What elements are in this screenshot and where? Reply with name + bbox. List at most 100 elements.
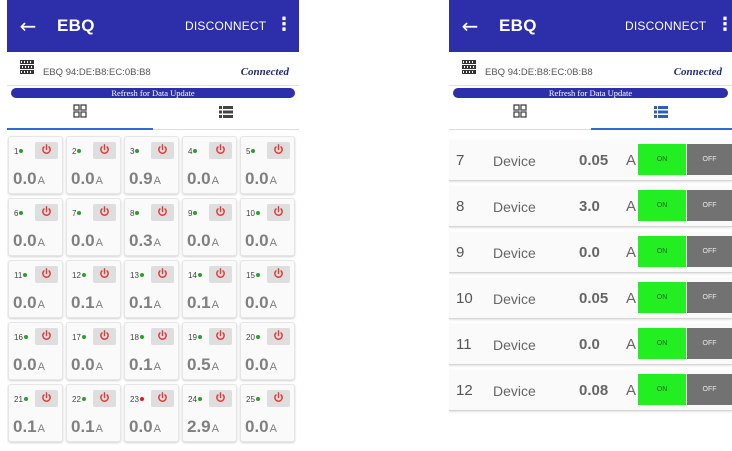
current-reading: 0.0A [245, 231, 277, 251]
tab-list[interactable] [153, 98, 299, 129]
off-button[interactable]: OFF [687, 282, 732, 313]
current-reading: 0.1A [71, 417, 103, 437]
power-toggle-button[interactable] [209, 390, 232, 407]
power-toggle-button[interactable] [93, 142, 116, 159]
channel-cell[interactable]: 18 0.1A [124, 322, 179, 380]
current-unit: A [269, 237, 277, 249]
on-button[interactable]: ON [638, 374, 686, 405]
off-button[interactable]: OFF [687, 374, 732, 405]
power-toggle-button[interactable] [151, 142, 174, 159]
channel-cell[interactable]: 19 0.5A [182, 322, 237, 380]
disconnect-button[interactable]: DISCONNECT [185, 19, 266, 33]
power-icon [99, 328, 110, 346]
power-toggle-button[interactable] [151, 266, 174, 283]
off-button[interactable]: OFF [687, 144, 732, 175]
channel-cell[interactable]: 17 0.0A [66, 322, 121, 380]
on-button[interactable]: ON [638, 282, 686, 313]
channel-cell[interactable]: 15 0.0A [240, 260, 295, 318]
power-toggle-button[interactable] [35, 204, 58, 221]
on-button[interactable]: ON [638, 144, 686, 175]
refresh-button[interactable]: Refresh for Data Update [11, 88, 295, 98]
current-unit: A [37, 361, 45, 373]
kebab-menu-icon[interactable]: ⋮ [275, 14, 293, 35]
power-toggle-button[interactable] [93, 390, 116, 407]
power-toggle-button[interactable] [151, 204, 174, 221]
power-icon [273, 266, 284, 284]
channel-cell[interactable]: 9 0.0A [182, 198, 237, 256]
channel-number: 12 [72, 271, 86, 280]
disconnect-button[interactable]: DISCONNECT [625, 19, 706, 33]
channel-cell[interactable]: 24 2.9A [182, 384, 237, 442]
channel-name: Device [493, 291, 536, 307]
channel-number: 14 [188, 271, 202, 280]
channel-cell[interactable]: 14 0.1A [182, 260, 237, 318]
power-icon [41, 390, 52, 408]
channel-cell[interactable]: 2 0.0A [66, 136, 121, 194]
channel-cell[interactable]: 22 0.1A [66, 384, 121, 442]
channel-cell[interactable]: 12 0.1A [66, 260, 121, 318]
power-toggle-button[interactable] [35, 390, 58, 407]
channel-cell[interactable]: 4 0.0A [182, 136, 237, 194]
channel-number: 10 [456, 290, 473, 307]
power-toggle-button[interactable] [151, 390, 174, 407]
refresh-button[interactable]: Refresh for Data Update [453, 88, 728, 98]
power-toggle-button[interactable] [209, 204, 232, 221]
channel-cell[interactable]: 1 0.0A [8, 136, 63, 194]
channel-cell[interactable]: 8 0.3A [124, 198, 179, 256]
status-dot [77, 210, 82, 215]
power-toggle-button[interactable] [35, 328, 58, 345]
channel-cell[interactable]: 5 0.0A [240, 136, 295, 194]
channel-cell[interactable]: 11 0.0A [8, 260, 63, 318]
current-value: 0.0 [13, 355, 37, 374]
status-dot [81, 334, 86, 339]
on-button[interactable]: ON [638, 236, 686, 267]
off-button[interactable]: OFF [687, 236, 732, 267]
kebab-menu-icon[interactable]: ⋮ [716, 14, 732, 35]
power-toggle-button[interactable] [267, 266, 290, 283]
back-arrow-icon[interactable]: ← [449, 16, 491, 36]
power-icon [215, 390, 226, 408]
power-toggle-button[interactable] [209, 328, 232, 345]
connection-status: Connected [240, 66, 289, 78]
power-toggle-button[interactable] [93, 266, 116, 283]
power-toggle-button[interactable] [93, 328, 116, 345]
channel-cell[interactable]: 21 0.1A [8, 384, 63, 442]
channel-cell[interactable]: 20 0.0A [240, 322, 295, 380]
channel-number-text: 22 [72, 395, 81, 404]
power-toggle-button[interactable] [35, 266, 58, 283]
status-dot [197, 396, 202, 401]
power-toggle-button[interactable] [209, 266, 232, 283]
power-toggle-button[interactable] [267, 142, 290, 159]
power-toggle-button[interactable] [35, 142, 58, 159]
channel-cell[interactable]: 25 0.0A [240, 384, 295, 442]
power-toggle-button[interactable] [267, 390, 290, 407]
power-toggle-button[interactable] [267, 328, 290, 345]
channel-cell[interactable]: 3 0.9A [124, 136, 179, 194]
current-reading: 0.0A [13, 293, 45, 313]
on-button[interactable]: ON [638, 328, 686, 359]
tab-grid[interactable] [7, 98, 153, 130]
power-toggle-button[interactable] [209, 142, 232, 159]
channel-cell[interactable]: 6 0.0A [8, 198, 63, 256]
channel-cell[interactable]: 13 0.1A [124, 260, 179, 318]
power-toggle-button[interactable] [151, 328, 174, 345]
channel-number: 24 [188, 395, 202, 404]
power-icon [41, 204, 52, 222]
channel-cell[interactable]: 16 0.0A [8, 322, 63, 380]
status-dot [193, 210, 198, 215]
power-toggle-button[interactable] [267, 204, 290, 221]
off-button[interactable]: OFF [687, 328, 732, 359]
channel-cell[interactable]: 23 0.0A [124, 384, 179, 442]
status-dot [81, 396, 86, 401]
channel-number: 18 [130, 333, 144, 342]
channel-cell[interactable]: 10 0.0A [240, 198, 295, 256]
tab-grid[interactable] [449, 98, 591, 129]
current-unit: A [95, 423, 103, 435]
current-value: 0.0 [71, 355, 95, 374]
on-button[interactable]: ON [638, 190, 686, 221]
power-toggle-button[interactable] [93, 204, 116, 221]
back-arrow-icon[interactable]: ← [7, 16, 49, 36]
off-button[interactable]: OFF [687, 190, 732, 221]
tab-list[interactable] [590, 98, 732, 130]
channel-cell[interactable]: 7 0.0A [66, 198, 121, 256]
